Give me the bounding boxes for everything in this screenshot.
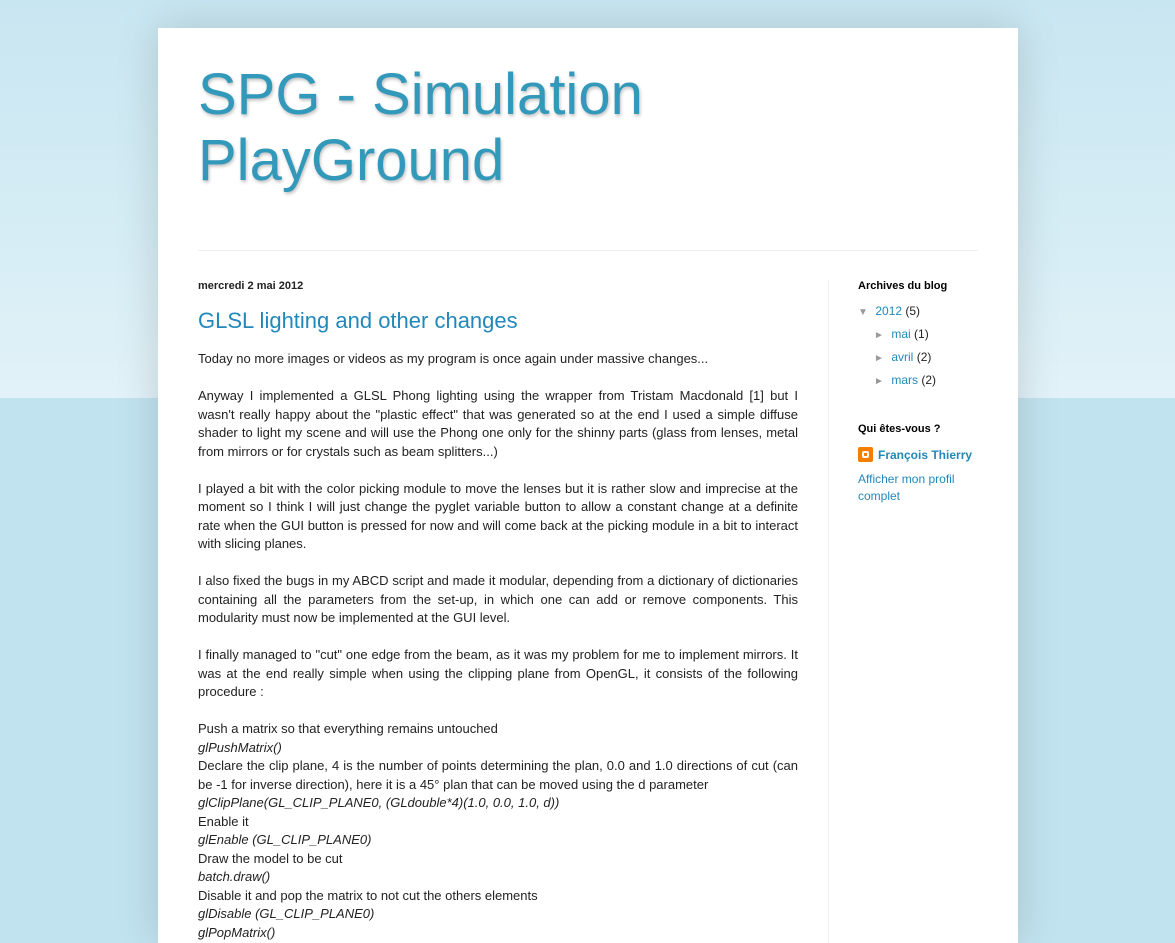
- code-line: batch.draw(): [198, 869, 271, 884]
- post-paragraph: I played a bit with the color picking mo…: [198, 480, 798, 552]
- archive-year-link[interactable]: 2012: [875, 304, 902, 318]
- archive-month-mai: ► mai (1): [858, 327, 988, 350]
- expand-toggle-icon[interactable]: ►: [874, 375, 888, 389]
- profile-widget: Qui êtes-vous ? François Thierry Affiche…: [858, 423, 988, 505]
- post-paragraph: Today no more images or videos as my pro…: [198, 351, 709, 366]
- profile-name[interactable]: François Thierry: [878, 448, 972, 462]
- archive-month-link[interactable]: avril: [891, 350, 913, 364]
- profile-name-link[interactable]: François Thierry: [858, 447, 988, 462]
- post-paragraph: Anyway I implemented a GLSL Phong lighti…: [198, 388, 798, 459]
- code-line: glEnable (GL_CLIP_PLANE0): [198, 832, 372, 847]
- archive-count: (5): [905, 304, 921, 318]
- archive-count: (2): [916, 350, 932, 364]
- step-description: Enable it: [198, 813, 249, 829]
- header-divider: [198, 250, 978, 251]
- blogger-icon: [858, 447, 873, 462]
- code-line: glPopMatrix(): [198, 924, 276, 940]
- post-title[interactable]: GLSL lighting and other changes: [198, 306, 798, 336]
- post-paragraph: I also fixed the bugs in my ABCD script …: [198, 573, 798, 625]
- post-date: mercredi 2 mai 2012: [198, 280, 304, 292]
- step-description: Declare the clip plane, 4 is the number …: [198, 758, 798, 792]
- procedure-steps: Push a matrix so that everything remains…: [198, 720, 798, 942]
- step-description: Disable it and pop the matrix to not cut…: [198, 887, 538, 903]
- archive-month-link[interactable]: mai: [891, 327, 910, 341]
- archive-month-mars: ► mars (2): [858, 373, 988, 396]
- archive-month-link[interactable]: mars: [891, 373, 918, 387]
- archive-count: (1): [914, 327, 929, 341]
- blog-page: SPG - Simulation PlayGround mercredi 2 m…: [158, 28, 1018, 943]
- post-body: Today no more images or videos as my pro…: [198, 350, 798, 942]
- archive-month-avril: ► avril (2): [858, 350, 988, 373]
- expand-toggle-icon[interactable]: ►: [874, 352, 888, 366]
- step-description: Draw the model to be cut: [198, 850, 343, 866]
- archive-year-2012: ▼ 2012 (5): [858, 304, 988, 327]
- expand-toggle-icon[interactable]: ►: [874, 329, 888, 343]
- collapse-toggle-icon[interactable]: ▼: [858, 306, 872, 320]
- step-description: Push a matrix so that everything remains…: [198, 721, 498, 736]
- code-line: glDisable (GL_CLIP_PLANE0): [198, 906, 375, 921]
- profile-widget-title: Qui êtes-vous ?: [858, 423, 941, 435]
- post-paragraph: I finally managed to "cut" one edge from…: [198, 647, 798, 699]
- archive-widget-title: Archives du blog: [858, 280, 948, 292]
- archive-count: (2): [921, 373, 937, 387]
- main-column: mercredi 2 mai 2012 GLSL lighting and ot…: [198, 280, 798, 942]
- sidebar: Archives du blog ▼ 2012 (5) ► mai (1) ► …: [858, 280, 988, 505]
- column-divider: [828, 280, 829, 943]
- code-line: glPushMatrix(): [198, 739, 282, 755]
- code-line: glClipPlane(GL_CLIP_PLANE0, (GLdouble*4)…: [198, 795, 560, 810]
- view-profile-link[interactable]: Afficher mon profil complet: [858, 471, 968, 505]
- blog-title[interactable]: SPG - Simulation PlayGround: [198, 62, 758, 194]
